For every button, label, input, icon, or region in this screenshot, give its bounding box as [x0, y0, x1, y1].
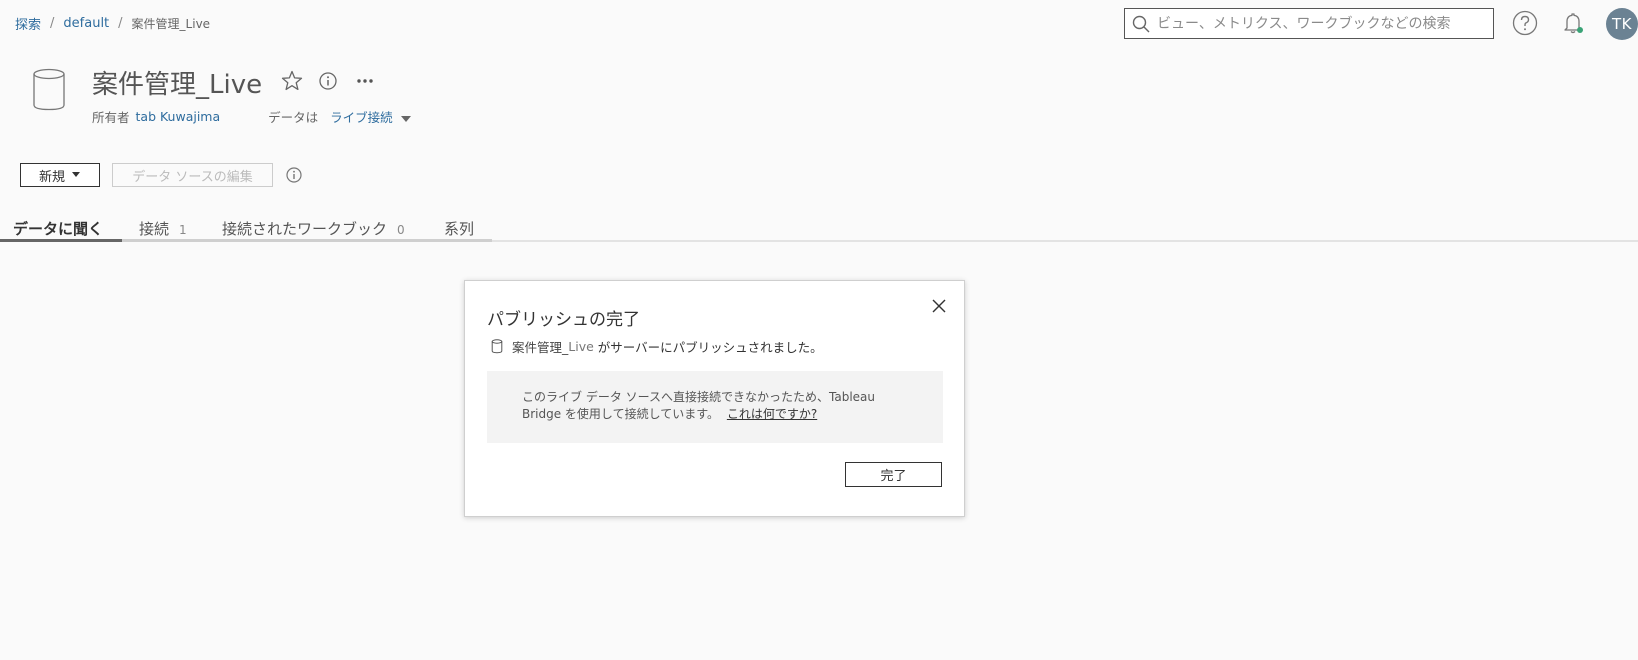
- breadcrumb-default[interactable]: default: [63, 16, 109, 31]
- connection-type-link[interactable]: ライブ接続: [330, 107, 393, 126]
- done-button[interactable]: 完了: [845, 462, 942, 487]
- dialog-message: 案件管理_ Live がサーバーにパブリッシュされました。: [491, 337, 823, 356]
- tab-label: データに聞く: [13, 220, 104, 238]
- connection-label: データは: [268, 110, 319, 125]
- breadcrumb-current: 案件管理_Live: [131, 17, 211, 31]
- new-button[interactable]: 新規: [20, 163, 100, 187]
- active-tab-indicator: [0, 239, 122, 242]
- more-actions-icon[interactable]: [354, 72, 376, 90]
- dialog-datasource-name: 案件管理_: [512, 340, 569, 355]
- help-icon[interactable]: [1512, 10, 1538, 36]
- user-avatar[interactable]: TK: [1606, 8, 1638, 40]
- tab-connected-workbooks[interactable]: 接続されたワークブック 0: [222, 218, 405, 239]
- notice-text-line1: このライブ データ ソースへ直接接続できなかったため、Tableau: [522, 390, 876, 404]
- tab-count: 1: [179, 223, 187, 237]
- tab-label: 接続: [139, 220, 170, 238]
- info-icon[interactable]: [285, 166, 303, 184]
- owner-link[interactable]: tab Kuwajima: [136, 109, 221, 124]
- owner-row: 所有者 tab Kuwajima データは ライブ接続: [92, 107, 413, 126]
- dialog-message-text: がサーバーにパブリッシュされました。: [597, 340, 823, 355]
- caret-down-icon: [71, 168, 81, 183]
- search-input[interactable]: [1157, 10, 1493, 37]
- info-icon[interactable]: [318, 71, 338, 91]
- notification-bell-icon[interactable]: [1560, 10, 1586, 36]
- owner-label: 所有者: [92, 110, 130, 125]
- tab-ask-data[interactable]: データに聞く: [13, 218, 103, 239]
- breadcrumb-separator: /: [118, 16, 123, 31]
- favorite-star-icon[interactable]: [280, 69, 304, 93]
- page-title: 案件管理_Live: [92, 70, 263, 100]
- breadcrumb-explore[interactable]: 探索: [15, 14, 41, 33]
- bridge-notice: このライブ データ ソースへ直接接続できなかったため、Tableau Bridg…: [487, 371, 943, 443]
- breadcrumb-separator: /: [50, 16, 55, 31]
- tab-count: 0: [397, 223, 405, 237]
- search-box[interactable]: [1124, 8, 1494, 39]
- breadcrumb: 探索 / default / 案件管理_Live: [15, 14, 210, 33]
- chevron-down-icon[interactable]: [399, 112, 413, 122]
- tab-label: 系列: [444, 220, 475, 238]
- datasource-icon: [491, 339, 503, 354]
- what-is-this-link[interactable]: これは何ですか?: [727, 407, 817, 421]
- new-button-label: 新規: [38, 169, 65, 185]
- tab-label: 接続されたワークブック: [222, 220, 388, 238]
- datasource-icon: [32, 68, 66, 112]
- close-icon[interactable]: [929, 296, 949, 316]
- notice-text-line2: Bridge を使用して接続しています。: [522, 407, 720, 421]
- tab-connections[interactable]: 接続 1: [139, 218, 187, 239]
- tab-bar: データに聞く 接続 1 接続されたワークブック 0 系列: [0, 216, 1638, 244]
- search-icon: [1125, 9, 1157, 38]
- top-bar: 探索 / default / 案件管理_Live TK: [0, 0, 1638, 44]
- dialog-datasource-name-suffix: Live: [568, 339, 594, 354]
- publish-complete-dialog: パブリッシュの完了 案件管理_ Live がサーバーにパブリッシュされました。 こ…: [464, 280, 965, 517]
- dialog-title: パブリッシュの完了: [487, 310, 640, 330]
- tab-lineage[interactable]: 系列: [444, 218, 474, 239]
- edit-datasource-button[interactable]: データ ソースの編集: [112, 163, 273, 187]
- tab-indicator-track: [122, 239, 492, 242]
